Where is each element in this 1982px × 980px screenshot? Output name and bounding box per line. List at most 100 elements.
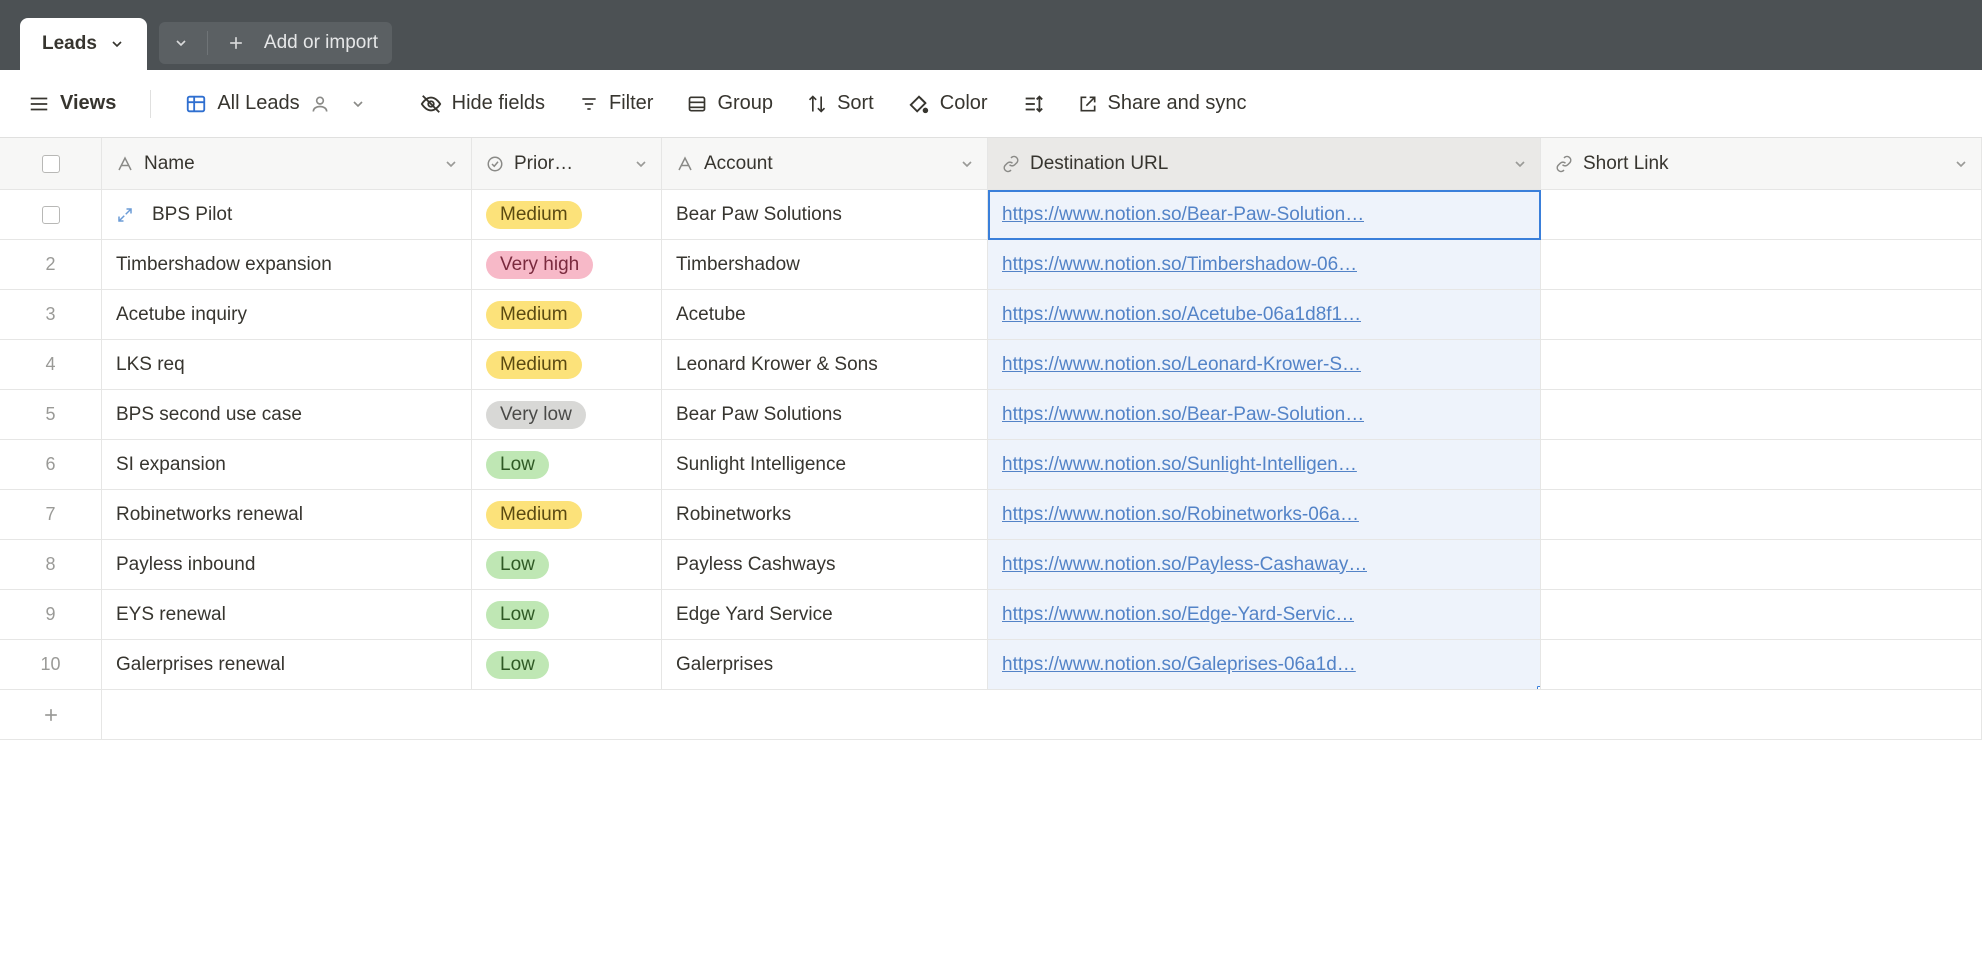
cell-account[interactable]: Robinetworks — [662, 490, 988, 540]
row-number[interactable]: 8 — [0, 540, 102, 590]
cell-destination-url[interactable]: https://www.notion.so/Bear-Paw-Solution… — [988, 190, 1541, 240]
cell-short-link[interactable] — [1541, 390, 1982, 440]
hide-fields-button[interactable]: Hide fields — [420, 92, 545, 115]
toolbar: Views All Leads Hide fields Filter Group — [0, 70, 1982, 138]
row-number[interactable]: 5 — [0, 390, 102, 440]
url-link[interactable]: https://www.notion.so/Timbershadow-06… — [1002, 254, 1357, 276]
cell-priority[interactable]: Medium — [472, 190, 662, 240]
cell-priority[interactable]: Very low — [472, 390, 662, 440]
url-link[interactable]: https://www.notion.so/Leonard-Krower-S… — [1002, 354, 1361, 376]
current-view-button[interactable]: All Leads — [185, 92, 365, 115]
chevron-down-icon[interactable] — [443, 156, 459, 172]
cell-short-link[interactable] — [1541, 240, 1982, 290]
cell-priority[interactable]: Low — [472, 540, 662, 590]
cell-name[interactable]: BPS second use case — [102, 390, 472, 440]
filter-button[interactable]: Filter — [579, 92, 653, 115]
cell-destination-url[interactable]: https://www.notion.so/Robinetworks-06a… — [988, 490, 1541, 540]
cell-name[interactable]: Timbershadow expansion — [102, 240, 472, 290]
cell-account[interactable]: Sunlight Intelligence — [662, 440, 988, 490]
cell-account[interactable]: Bear Paw Solutions — [662, 190, 988, 240]
cell-name[interactable]: EYS renewal — [102, 590, 472, 640]
cell-name[interactable]: LKS req — [102, 340, 472, 390]
row-number[interactable]: 7 — [0, 490, 102, 540]
cell-priority[interactable]: Medium — [472, 290, 662, 340]
cell-destination-url[interactable]: https://www.notion.so/Sunlight-Intellige… — [988, 440, 1541, 490]
cell-short-link[interactable] — [1541, 440, 1982, 490]
chevron-down-icon[interactable] — [633, 156, 649, 172]
row-number[interactable]: 9 — [0, 590, 102, 640]
url-link[interactable]: https://www.notion.so/Bear-Paw-Solution… — [1002, 204, 1364, 226]
cell-destination-url[interactable]: https://www.notion.so/Acetube-06a1d8f1… — [988, 290, 1541, 340]
url-link[interactable]: https://www.notion.so/Bear-Paw-Solution… — [1002, 404, 1364, 426]
row-number[interactable]: 6 — [0, 440, 102, 490]
sort-label: Sort — [837, 92, 874, 115]
row-number[interactable]: 10 — [0, 640, 102, 690]
cell-short-link[interactable] — [1541, 490, 1982, 540]
cell-name[interactable]: BPS Pilot — [102, 190, 472, 240]
share-sync-button[interactable]: Share and sync — [1078, 92, 1247, 115]
cell-account[interactable]: Leonard Krower & Sons — [662, 340, 988, 390]
cell-destination-url[interactable]: https://www.notion.so/Edge-Yard-Servic… — [988, 590, 1541, 640]
row-number[interactable]: 2 — [0, 240, 102, 290]
cell-account[interactable]: Bear Paw Solutions — [662, 390, 988, 440]
expand-icon[interactable] — [116, 206, 134, 224]
cell-short-link[interactable] — [1541, 540, 1982, 590]
row-number[interactable]: 4 — [0, 340, 102, 390]
cell-short-link[interactable] — [1541, 640, 1982, 690]
row-checkbox[interactable] — [42, 206, 60, 224]
select-all-checkbox[interactable] — [42, 155, 60, 173]
url-link[interactable]: https://www.notion.so/Galeprises-06a1d… — [1002, 654, 1356, 676]
row-height-button[interactable] — [1022, 93, 1044, 115]
cell-destination-url[interactable]: https://www.notion.so/Payless-Cashaway… — [988, 540, 1541, 590]
column-header-account[interactable]: Account — [662, 138, 988, 190]
cell-account[interactable]: Payless Cashways — [662, 540, 988, 590]
cell-name[interactable]: Payless inbound — [102, 540, 472, 590]
cell-short-link[interactable] — [1541, 340, 1982, 390]
cell-name[interactable]: Acetube inquiry — [102, 290, 472, 340]
cell-short-link[interactable] — [1541, 590, 1982, 640]
views-button[interactable]: Views — [28, 92, 116, 115]
group-button[interactable]: Group — [687, 92, 773, 115]
url-link[interactable]: https://www.notion.so/Edge-Yard-Servic… — [1002, 604, 1354, 626]
tab-dropdown-secondary[interactable]: Add or import — [159, 22, 392, 64]
column-header-priority[interactable]: Prior… — [472, 138, 662, 190]
cell-priority[interactable]: Low — [472, 440, 662, 490]
url-link[interactable]: https://www.notion.so/Sunlight-Intellige… — [1002, 454, 1357, 476]
cell-priority[interactable]: Very high — [472, 240, 662, 290]
priority-pill: Very low — [486, 401, 586, 429]
cell-destination-url[interactable]: https://www.notion.so/Leonard-Krower-S… — [988, 340, 1541, 390]
chevron-down-icon[interactable] — [1953, 156, 1969, 172]
cell-name[interactable]: Galerprises renewal — [102, 640, 472, 690]
cell-priority[interactable]: Medium — [472, 340, 662, 390]
row-number[interactable]: 3 — [0, 290, 102, 340]
cell-name[interactable]: Robinetworks renewal — [102, 490, 472, 540]
row-number[interactable] — [0, 190, 102, 240]
column-header-short-link[interactable]: Short Link — [1541, 138, 1982, 190]
cell-account[interactable]: Edge Yard Service — [662, 590, 988, 640]
tab-leads[interactable]: Leads — [20, 18, 147, 70]
chevron-down-icon[interactable] — [1512, 156, 1528, 172]
column-header-destination-url[interactable]: Destination URL — [988, 138, 1541, 190]
column-header-select[interactable] — [0, 138, 102, 190]
cell-destination-url[interactable]: https://www.notion.so/Bear-Paw-Solution… — [988, 390, 1541, 440]
column-header-name[interactable]: Name — [102, 138, 472, 190]
cell-destination-url[interactable]: https://www.notion.so/Galeprises-06a1d… — [988, 640, 1541, 690]
url-link[interactable]: https://www.notion.so/Acetube-06a1d8f1… — [1002, 304, 1361, 326]
cell-short-link[interactable] — [1541, 190, 1982, 240]
color-button[interactable]: Color — [908, 92, 988, 115]
url-link[interactable]: https://www.notion.so/Payless-Cashaway… — [1002, 554, 1367, 576]
add-row-button[interactable] — [0, 690, 102, 740]
cell-name[interactable]: SI expansion — [102, 440, 472, 490]
cell-destination-url[interactable]: https://www.notion.so/Timbershadow-06… — [988, 240, 1541, 290]
cell-account[interactable]: Timbershadow — [662, 240, 988, 290]
url-link[interactable]: https://www.notion.so/Robinetworks-06a… — [1002, 504, 1359, 526]
person-icon — [310, 94, 330, 114]
cell-priority[interactable]: Low — [472, 590, 662, 640]
cell-priority[interactable]: Medium — [472, 490, 662, 540]
cell-priority[interactable]: Low — [472, 640, 662, 690]
cell-account[interactable]: Acetube — [662, 290, 988, 340]
cell-short-link[interactable] — [1541, 290, 1982, 340]
sort-button[interactable]: Sort — [807, 92, 874, 115]
chevron-down-icon[interactable] — [959, 156, 975, 172]
cell-account[interactable]: Galerprises — [662, 640, 988, 690]
